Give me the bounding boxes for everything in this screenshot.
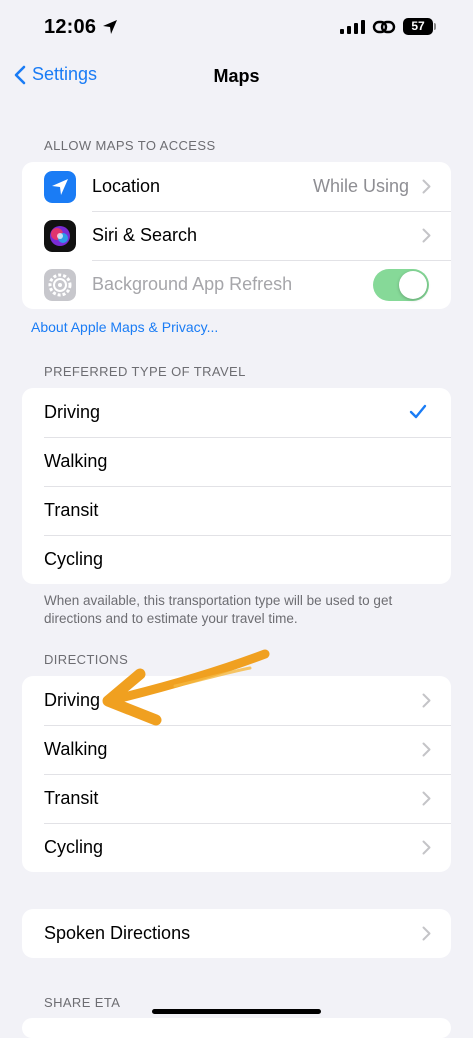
chevron-right-icon xyxy=(422,840,431,855)
section-header-travel: PREFERRED TYPE OF TRAVEL xyxy=(44,364,246,379)
share-eta-group xyxy=(22,1018,451,1038)
gear-icon xyxy=(44,269,76,301)
annotation-arrow-icon xyxy=(102,649,270,726)
directions-item-label: Transit xyxy=(44,788,99,808)
page-title: Maps xyxy=(213,66,260,86)
cellular-signal-icon xyxy=(340,20,365,34)
chevron-right-icon xyxy=(422,179,431,194)
location-row[interactable]: Location While Using xyxy=(22,162,451,211)
home-indicator xyxy=(152,1009,321,1014)
travel-option-label: Transit xyxy=(44,500,99,520)
navigation-bar: Settings Maps xyxy=(0,60,473,94)
spoken-directions-row[interactable]: Spoken Directions xyxy=(22,909,451,958)
directions-item-label: Walking xyxy=(44,739,108,759)
travel-option-cycling[interactable]: Cycling xyxy=(22,535,451,584)
status-time: 12:06 xyxy=(44,16,97,38)
access-group: Location While Using Siri & Search Backg… xyxy=(22,162,451,309)
status-bar: 12:06 57 xyxy=(0,0,473,56)
section-header-share-eta: SHARE ETA xyxy=(44,995,121,1010)
location-icon xyxy=(44,171,76,203)
directions-item-transit[interactable]: Transit xyxy=(22,774,451,823)
section-header-access: ALLOW MAPS TO ACCESS xyxy=(44,138,216,153)
background-refresh-row: Background App Refresh xyxy=(22,260,451,309)
location-arrow-icon xyxy=(103,20,117,34)
travel-group: Driving Walking Transit Cycling xyxy=(22,388,451,584)
travel-option-walking[interactable]: Walking xyxy=(22,437,451,486)
chevron-right-icon xyxy=(422,791,431,806)
checkmark-icon xyxy=(409,404,427,419)
chevron-right-icon xyxy=(422,693,431,708)
travel-footnote: When available, this transportation type… xyxy=(44,593,393,626)
travel-option-driving[interactable]: Driving xyxy=(22,388,451,437)
directions-item-label: Driving xyxy=(44,690,101,710)
siri-icon xyxy=(44,220,76,252)
travel-option-label: Cycling xyxy=(44,549,104,569)
siri-search-label: Siri & Search xyxy=(92,225,198,245)
chevron-right-icon xyxy=(422,742,431,757)
directions-item-label: Cycling xyxy=(44,837,104,857)
travel-option-label: Driving xyxy=(44,402,101,422)
travel-option-transit[interactable]: Transit xyxy=(22,486,451,535)
siri-search-row[interactable]: Siri & Search xyxy=(22,211,451,260)
location-value: While Using xyxy=(312,176,409,196)
background-refresh-label: Background App Refresh xyxy=(92,274,293,294)
chevron-right-icon xyxy=(422,228,431,243)
chevron-right-icon xyxy=(422,926,431,941)
spoken-group: Spoken Directions xyxy=(22,909,451,958)
battery-icon: 57 xyxy=(403,18,436,35)
directions-item-walking[interactable]: Walking xyxy=(22,725,451,774)
spoken-directions-label: Spoken Directions xyxy=(44,923,191,943)
link-icon xyxy=(372,20,396,34)
background-refresh-toggle[interactable] xyxy=(373,269,429,301)
travel-option-label: Walking xyxy=(44,451,108,471)
location-label: Location xyxy=(92,176,161,196)
privacy-link[interactable]: About Apple Maps & Privacy... xyxy=(31,319,218,335)
directions-item-cycling[interactable]: Cycling xyxy=(22,823,451,872)
